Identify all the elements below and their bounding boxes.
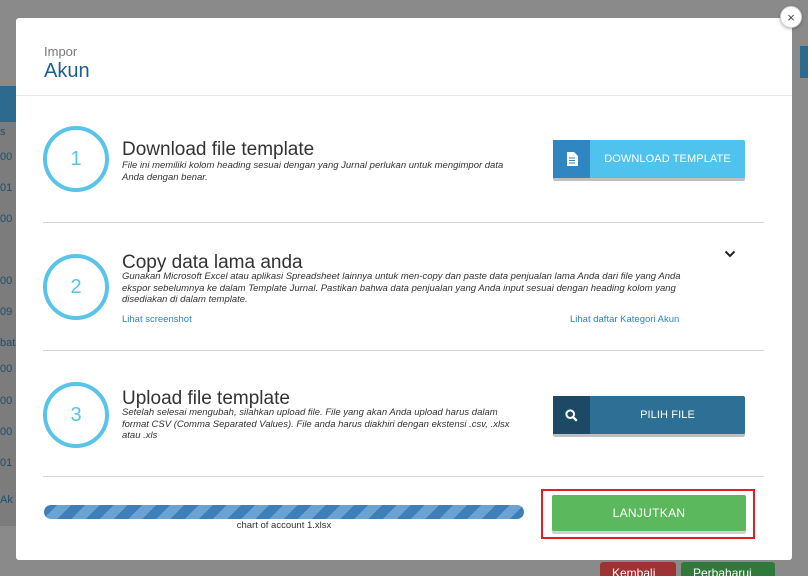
background-cell: 00: [0, 395, 13, 407]
import-modal: Impor Akun 1 Download file template File…: [16, 18, 792, 560]
background-save-button: Perbaharui: [681, 562, 775, 576]
background-cell: 00: [0, 213, 13, 225]
step-description: Gunakan Microsoft Excel atau aplikasi Sp…: [122, 271, 681, 305]
uploaded-file-name: chart of account 1.xlsx: [236, 520, 332, 531]
step-description: Setelah selesai mengubah, silahkan uploa…: [122, 407, 510, 441]
background-table-header: [0, 86, 16, 122]
background-cell: 01: [0, 457, 13, 469]
step-number-circle: 1: [43, 126, 109, 192]
download-template-button[interactable]: DOWNLOAD TEMPLATE: [553, 140, 745, 178]
choose-file-label: PILIH FILE: [640, 409, 695, 421]
modal-subtitle: Impor: [44, 44, 78, 59]
continue-button[interactable]: LANJUTKAN: [552, 495, 746, 531]
screenshot-link[interactable]: Lihat screenshot: [122, 314, 192, 325]
modal-title: Akun: [44, 60, 90, 82]
choose-file-button[interactable]: PILIH FILE: [553, 396, 745, 434]
step-number-circle: 2: [43, 254, 109, 320]
background-cell: Ak: [0, 494, 13, 506]
background-back-button: Kembali: [600, 562, 676, 576]
divider: [43, 350, 764, 351]
divider: [43, 476, 764, 477]
modal-header: Impor Akun: [16, 18, 792, 96]
account-category-link[interactable]: Lihat daftar Kategori Akun: [570, 314, 679, 325]
search-icon: [553, 396, 590, 434]
background-cell: 00: [0, 275, 13, 287]
step-title: Download file template: [122, 139, 315, 160]
close-icon[interactable]: ×: [780, 6, 802, 28]
background-cell: 09: [0, 306, 13, 318]
background-cell: 00: [0, 363, 13, 375]
background-cell: bata: [0, 337, 16, 349]
background-cell: 01: [0, 182, 13, 194]
upload-progress-bar: [44, 505, 524, 519]
chevron-down-icon[interactable]: [724, 250, 736, 258]
background-right-header: [800, 46, 808, 78]
step-description: File ini memiliki kolom heading sesuai d…: [122, 160, 504, 183]
download-template-label: DOWNLOAD TEMPLATE: [604, 153, 731, 165]
step-number-circle: 3: [43, 382, 109, 448]
background-cell: 00: [0, 426, 13, 438]
file-icon: [553, 140, 590, 178]
background-cell: 00: [0, 151, 13, 163]
divider: [43, 222, 764, 223]
background-cell: s: [0, 126, 6, 138]
